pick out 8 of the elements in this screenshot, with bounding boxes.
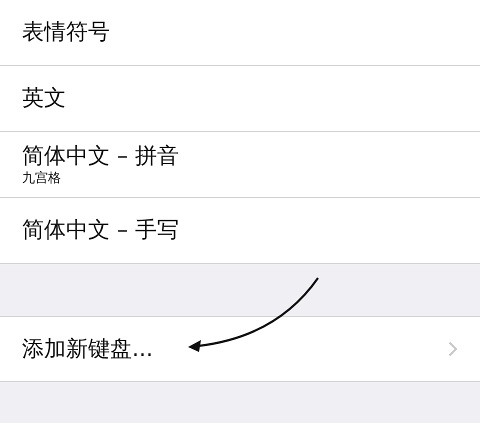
chevron-icon [448,341,458,357]
keyboard-layout: 九宫格 [22,171,61,186]
keyboard-name: 英文 [22,84,66,112]
keyboard-name: 简体中文 – 拼音 [22,143,179,171]
add-keyboard-row[interactable]: 添加新键盘... [0,316,480,382]
keyboard-name: 简体中文 – 手写 [22,216,179,244]
keyboard-name: 表情符号 [22,18,110,46]
add-keyboard-label: 添加新键盘... [22,336,153,364]
